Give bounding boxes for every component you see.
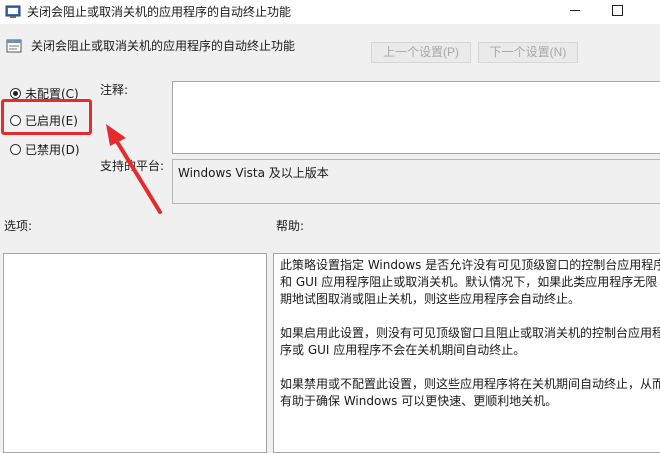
help-paragraph: 如果启用此设置，则没有可见顶级窗口且阻止或取消关机的控制台应用程序或 GUI 应… bbox=[280, 326, 660, 357]
minimize-button[interactable] bbox=[570, 10, 580, 11]
help-panel[interactable]: 此策略设置指定 Windows 是否允许没有可见顶级窗口的控制台应用程序和 GU… bbox=[273, 253, 660, 453]
options-label: 选项: bbox=[4, 219, 33, 233]
help-text: 此策略设置指定 Windows 是否允许没有可见顶级窗口的控制台应用程序和 GU… bbox=[280, 257, 660, 427]
window-title: 关闭会阻止或取消关机的应用程序的自动终止功能 bbox=[27, 5, 292, 19]
maximize-button[interactable] bbox=[612, 5, 623, 16]
radio-disabled[interactable]: 已禁用(D) bbox=[10, 141, 80, 158]
setting-icon bbox=[6, 38, 22, 57]
title-bar: 关闭会阻止或取消关机的应用程序的自动终止功能 bbox=[0, 0, 660, 24]
policy-name: 关闭会阻止或取消关机的应用程序的自动终止功能 bbox=[31, 39, 296, 53]
supported-platform-box: Windows Vista 及以上版本 bbox=[172, 159, 660, 204]
help-label: 帮助: bbox=[276, 219, 305, 233]
supported-platform-value: Windows Vista 及以上版本 bbox=[178, 166, 329, 180]
options-panel bbox=[3, 253, 267, 453]
supported-platform-label: 支持的平台: bbox=[100, 159, 165, 173]
previous-setting-button[interactable]: 上一个设置(P) bbox=[371, 42, 471, 63]
radio-circle-checked[interactable] bbox=[10, 88, 21, 99]
radio-disabled-label: 已禁用(D) bbox=[25, 143, 80, 157]
comment-label: 注释: bbox=[100, 83, 129, 97]
help-paragraph: 如果禁用或不配置此设置，则这些应用程序将在关机期间自动终止，从而有助于确保 Wi… bbox=[280, 377, 660, 408]
radio-circle[interactable] bbox=[10, 144, 21, 155]
next-setting-button[interactable]: 下一个设置(N) bbox=[478, 42, 578, 63]
highlight-annotation-box bbox=[1, 99, 92, 135]
help-paragraph: 此策略设置指定 Windows 是否允许没有可见顶级窗口的控制台应用程序和 GU… bbox=[280, 258, 660, 306]
policy-editor-icon bbox=[5, 5, 21, 22]
comment-textarea[interactable] bbox=[172, 81, 660, 154]
